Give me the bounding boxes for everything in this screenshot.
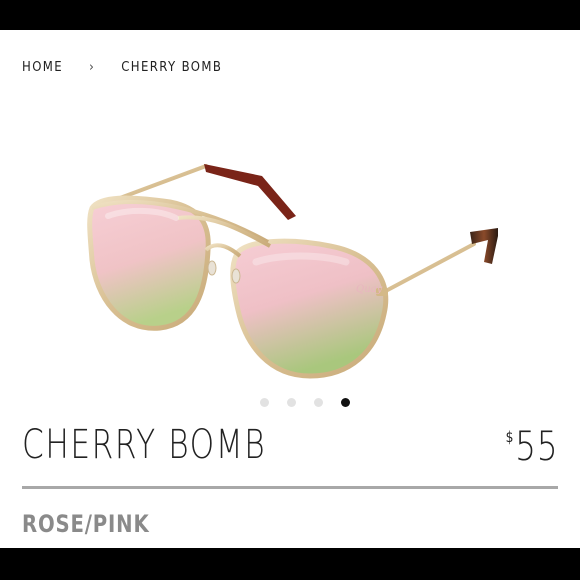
gallery-dot[interactable] xyxy=(314,398,323,407)
product-title: CHERRY BOMB xyxy=(22,422,267,468)
breadcrumb: HOME › CHERRY BOMB xyxy=(22,60,222,75)
gallery-pagination xyxy=(0,398,580,407)
sunglasses-image: Quay xyxy=(87,164,498,379)
breadcrumb-home-link[interactable]: HOME xyxy=(22,60,63,75)
gallery-dot-active[interactable] xyxy=(341,398,350,407)
breadcrumb-separator: › xyxy=(89,60,96,75)
gallery-dot[interactable] xyxy=(260,398,269,407)
gallery-dot[interactable] xyxy=(287,398,296,407)
price-amount: 55 xyxy=(514,424,558,470)
price-currency: $ xyxy=(505,428,513,446)
product-price: $ 55 xyxy=(505,424,558,470)
product-image[interactable]: Quay xyxy=(0,100,580,400)
breadcrumb-current: CHERRY BOMB xyxy=(121,60,223,75)
product-color: ROSE/PINK xyxy=(22,510,150,538)
product-page: HOME › CHERRY BOMB Quay CHERRY BOMB $ 55… xyxy=(0,30,580,548)
svg-text:Quay: Quay xyxy=(356,284,383,295)
screen: HOME › CHERRY BOMB Quay CHERRY BOMB $ 55… xyxy=(0,0,580,580)
divider xyxy=(22,486,558,489)
